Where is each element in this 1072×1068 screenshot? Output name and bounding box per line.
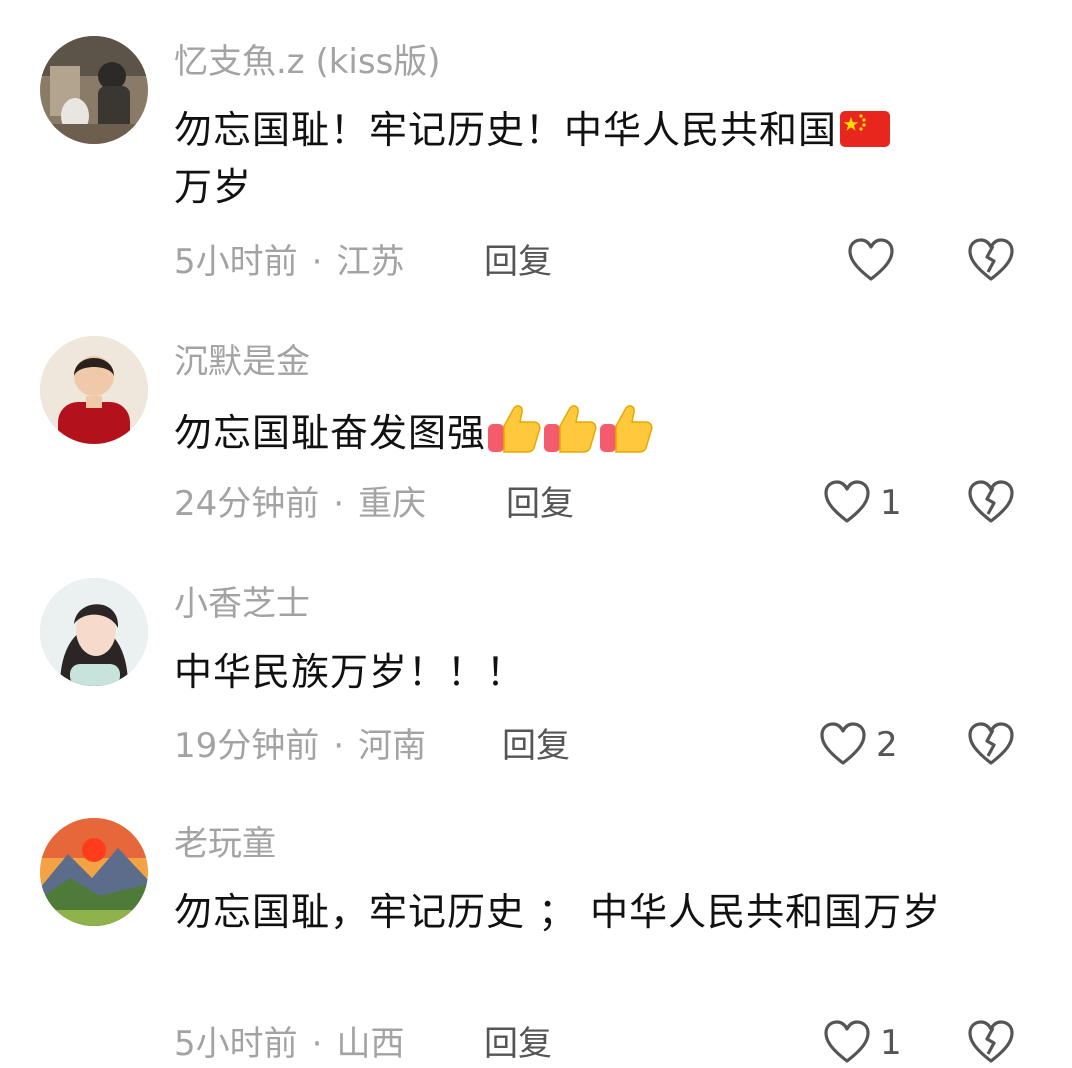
- username[interactable]: 沉默是金: [174, 342, 310, 382]
- location: 山西: [336, 1024, 405, 1064]
- heart-outline-icon: [818, 720, 868, 770]
- avatar[interactable]: [40, 336, 148, 444]
- comment-meta: 5小时前 · 山西: [174, 1024, 404, 1064]
- dislike-button[interactable]: [966, 236, 1016, 286]
- dislike-button[interactable]: [966, 720, 1016, 770]
- location: 河南: [358, 726, 427, 766]
- comment-text-body: 勿忘国耻奋发图强: [174, 411, 487, 455]
- comment-item: 沉默是金 勿忘国耻奋发图强 24分钟前 · 重庆 回复 1: [0, 336, 1072, 536]
- comment-meta: 19分钟前 · 河南: [174, 726, 426, 766]
- comment-text: 勿忘国耻奋发图强: [174, 402, 1024, 462]
- avatar[interactable]: [40, 818, 148, 926]
- timestamp: 24分钟前: [174, 484, 320, 524]
- reply-button[interactable]: 回复: [484, 242, 552, 282]
- dislike-button[interactable]: [966, 1018, 1016, 1068]
- heart-outline-icon: [822, 478, 872, 528]
- like-button[interactable]: 1: [822, 1018, 902, 1068]
- comment-text: 勿忘国耻！牢记历史！中华人民共和国 万岁: [174, 102, 1024, 216]
- location: 重庆: [358, 484, 427, 524]
- username[interactable]: 老玩童: [174, 824, 276, 864]
- comment-meta: 5小时前 · 江苏: [174, 242, 404, 282]
- comment-text-body: 中华民族万岁！！！: [174, 650, 526, 694]
- comment-meta: 24分钟前 · 重庆: [174, 484, 426, 524]
- broken-heart-icon: [966, 1018, 1016, 1068]
- reply-button[interactable]: 回复: [506, 484, 574, 524]
- avatar[interactable]: [40, 578, 148, 686]
- heart-outline-icon: [846, 236, 896, 286]
- comment-item: 老玩童 勿忘国耻，牢记历史 ； 中华人民共和国万岁 5小时前 · 山西 回复 1: [0, 818, 1072, 1064]
- broken-heart-icon: [966, 236, 1016, 286]
- comment-text-body: 勿忘国耻，牢记历史 ； 中华人民共和国万岁: [174, 890, 942, 934]
- broken-heart-icon: [966, 720, 1016, 770]
- meta-separator: ·: [333, 726, 345, 766]
- dislike-button[interactable]: [966, 478, 1016, 528]
- timestamp: 5小时前: [174, 1024, 298, 1064]
- broken-heart-icon: [966, 478, 1016, 528]
- location: 江苏: [336, 242, 405, 282]
- like-count: 2: [876, 725, 898, 765]
- thumbs-up-emoji: [486, 402, 542, 456]
- heart-outline-icon: [822, 1018, 872, 1068]
- meta-separator: ·: [333, 484, 345, 524]
- reply-button[interactable]: 回复: [502, 726, 570, 766]
- china-flag-emoji: [839, 107, 891, 147]
- like-count: 1: [880, 483, 902, 523]
- meta-separator: ·: [311, 242, 323, 282]
- timestamp: 5小时前: [174, 242, 298, 282]
- thumbs-up-emoji: [542, 402, 598, 456]
- comment-item: 小香芝士 中华民族万岁！！！ 19分钟前 · 河南 回复 2: [0, 578, 1072, 778]
- comment-text: 勿忘国耻，牢记历史 ； 中华人民共和国万岁: [174, 884, 1024, 941]
- like-count: 1: [880, 1023, 902, 1063]
- comment-item: 忆支魚.z (kiss版) 勿忘国耻！牢记历史！中华人民共和国 万岁 5小时前 · 江…: [0, 36, 1072, 296]
- avatar[interactable]: [40, 36, 148, 144]
- reply-button[interactable]: 回复: [484, 1024, 552, 1064]
- username[interactable]: 小香芝士: [174, 584, 310, 624]
- timestamp: 19分钟前: [174, 726, 320, 766]
- like-button[interactable]: 2: [818, 720, 898, 770]
- comment-text-tail: 万岁: [174, 165, 253, 209]
- meta-separator: ·: [311, 1024, 323, 1064]
- comment-text: 中华民族万岁！！！: [174, 644, 1024, 701]
- like-button[interactable]: [846, 236, 904, 286]
- comment-text-body: 勿忘国耻！牢记历史！中华人民共和国: [174, 108, 838, 152]
- like-button[interactable]: 1: [822, 478, 902, 528]
- username[interactable]: 忆支魚.z (kiss版): [174, 42, 441, 82]
- thumbs-up-emoji: [598, 402, 654, 456]
